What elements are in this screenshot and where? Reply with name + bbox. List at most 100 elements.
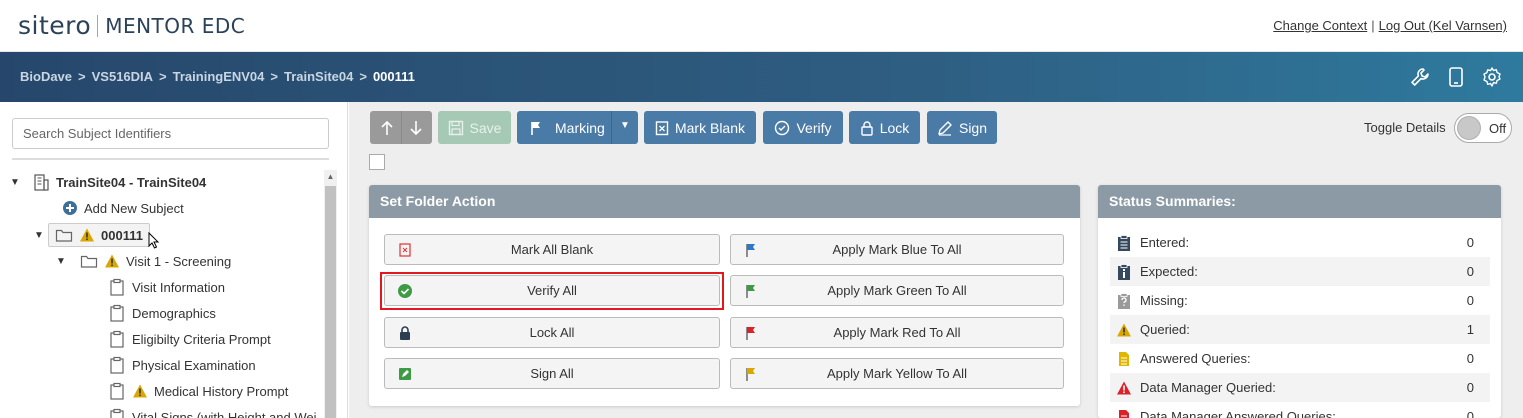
- header-tools: [1409, 66, 1503, 88]
- clipboard-icon: [108, 278, 126, 296]
- tree-subject-node[interactable]: ▼ 000111: [34, 223, 162, 249]
- gear-icon[interactable]: [1481, 66, 1503, 88]
- warning-red-icon: [1116, 380, 1132, 396]
- search-input[interactable]: [12, 118, 329, 149]
- caret-down-icon[interactable]: ▼: [56, 256, 70, 267]
- tree-form-item[interactable]: Eligibilty Criteria Prompt: [108, 327, 271, 351]
- sidebar-scrollbar[interactable]: ▲: [324, 170, 337, 418]
- folder-icon: [80, 252, 98, 270]
- mark-blank-button[interactable]: Mark Blank: [644, 111, 756, 144]
- lock-icon: [860, 120, 874, 136]
- highlight-box: [380, 272, 724, 310]
- tablet-icon[interactable]: [1445, 66, 1467, 88]
- tree-site-label: TrainSite04 - TrainSite04: [56, 174, 207, 190]
- toggle-details-label: Toggle Details: [1364, 120, 1446, 135]
- check-circle-icon: [774, 120, 790, 136]
- flag-red-icon: [743, 325, 759, 341]
- status-row-dm-queried: Data Manager Queried: 0: [1110, 373, 1490, 402]
- logo-brand: sitero: [18, 11, 92, 40]
- clipboard-icon: [108, 356, 126, 374]
- save-button[interactable]: Save: [438, 111, 511, 144]
- scroll-up-icon[interactable]: ▲: [324, 170, 337, 184]
- plus-circle-icon: [62, 200, 78, 216]
- warning-icon: [132, 383, 148, 399]
- logout-link[interactable]: Log Out (Kel Varnsen): [1379, 18, 1507, 33]
- mark-all-blank-button[interactable]: Mark All Blank: [384, 234, 720, 265]
- scrollbar-thumb[interactable]: [325, 186, 336, 418]
- floppy-icon: [448, 120, 464, 136]
- apply-mark-blue-button[interactable]: Apply Mark Blue To All: [730, 234, 1064, 265]
- status-row-entered: Entered: 0: [1110, 228, 1490, 257]
- breadcrumb-bar: BioDave > VS516DIA > TrainingENV04 > TrainSite…: [0, 52, 1523, 102]
- tree-form-item[interactable]: Physical Examination: [108, 353, 256, 377]
- clipboard-list-icon: [1116, 234, 1132, 251]
- status-summaries-panel: Status Summaries: Entered: 0 Expected: 0…: [1098, 185, 1501, 418]
- warning-icon: [79, 227, 95, 243]
- clipboard-info-icon: [1116, 263, 1132, 280]
- top-links: Change Context | Log Out (Kel Varnsen): [1273, 18, 1507, 33]
- tree-form-item[interactable]: Medical History Prompt: [108, 379, 288, 403]
- add-new-subject[interactable]: Add New Subject: [62, 196, 184, 220]
- flag-icon: [529, 120, 543, 136]
- flag-blue-icon: [743, 242, 759, 258]
- status-row-expected: Expected: 0: [1110, 257, 1490, 286]
- breadcrumb: BioDave > VS516DIA > TrainingENV04 > TrainSite…: [20, 69, 415, 84]
- caret-down-icon[interactable]: ▼: [34, 230, 48, 241]
- folder-action-title: Set Folder Action: [369, 185, 1080, 218]
- logo: sitero MENTOR EDC: [18, 11, 245, 40]
- status-row-queried: Queried: 1: [1110, 315, 1490, 344]
- subject-label: 000111: [101, 227, 143, 243]
- sidebar: ▲ ▼ TrainSite04 - TrainSite04 Add New Su…: [0, 102, 348, 418]
- warning-icon: [1116, 322, 1132, 338]
- arrow-up-icon[interactable]: [379, 119, 395, 137]
- caret-down-icon[interactable]: ▼: [10, 177, 24, 188]
- toggle-knob: [1457, 116, 1481, 140]
- lock-button[interactable]: Lock: [849, 111, 920, 144]
- status-row-dm-answered: Data Manager Answered Queries: 0: [1110, 402, 1490, 418]
- breadcrumb-item[interactable]: TrainSite04: [284, 69, 353, 84]
- clipboard-icon: [108, 304, 126, 322]
- flag-yellow-icon: [743, 366, 759, 382]
- breadcrumb-current: 000111: [372, 69, 415, 84]
- apply-mark-red-button[interactable]: Apply Mark Red To All: [730, 317, 1064, 348]
- verify-button[interactable]: Verify: [763, 111, 843, 144]
- tree-form-item[interactable]: Visit Information: [108, 275, 225, 299]
- document-icon: [1116, 351, 1132, 367]
- tree-form-item[interactable]: Demographics: [108, 301, 216, 325]
- logo-product: MENTOR EDC: [105, 13, 246, 38]
- apply-mark-yellow-button[interactable]: Apply Mark Yellow To All: [730, 358, 1064, 389]
- top-bar: sitero MENTOR EDC Change Context | Log Out…: [0, 0, 1523, 52]
- tree-form-item[interactable]: Vital Signs (with Height and Wei: [108, 405, 324, 418]
- folder-icon: [55, 226, 73, 244]
- nav-arrows: [370, 111, 432, 144]
- apply-mark-green-button[interactable]: Apply Mark Green To All: [730, 275, 1064, 306]
- arrow-down-icon[interactable]: [408, 119, 424, 137]
- breadcrumb-item[interactable]: BioDave: [20, 69, 72, 84]
- selected-subject[interactable]: 000111: [48, 223, 150, 247]
- breadcrumb-item[interactable]: TrainingENV04: [173, 69, 265, 84]
- change-context-link[interactable]: Change Context: [1273, 18, 1367, 33]
- clipboard-icon: [108, 330, 126, 348]
- main-content: Save Marking ▼ Mark Blank Verify Lock Si…: [349, 102, 1523, 418]
- wrench-icon[interactable]: [1409, 66, 1431, 88]
- toggle-details-switch[interactable]: Off: [1454, 113, 1512, 143]
- blank-box-icon: [397, 242, 413, 258]
- clipboard-icon: [108, 382, 126, 400]
- breadcrumb-item[interactable]: VS516DIA: [92, 69, 153, 84]
- warning-icon: [104, 253, 120, 269]
- lock-all-button[interactable]: Lock All: [384, 317, 720, 348]
- caret-down-icon[interactable]: ▼: [620, 120, 630, 131]
- flag-green-icon: [743, 283, 759, 299]
- status-summaries-title: Status Summaries:: [1098, 185, 1501, 218]
- document-red-icon: [1116, 409, 1132, 418]
- sign-button[interactable]: Sign: [927, 111, 997, 144]
- broken-image-icon: [369, 154, 385, 170]
- tree-visit-node[interactable]: ▼ Visit 1 - Screening: [56, 249, 231, 273]
- blank-box-icon: [655, 120, 669, 136]
- status-row-answered: Answered Queries: 0: [1110, 344, 1490, 373]
- marking-button[interactable]: Marking ▼: [517, 111, 638, 144]
- lock-icon: [397, 325, 413, 341]
- tree-site-node[interactable]: ▼ TrainSite04 - TrainSite04: [10, 170, 206, 194]
- sign-all-button[interactable]: Sign All: [384, 358, 720, 389]
- status-row-missing: Missing: 0: [1110, 286, 1490, 315]
